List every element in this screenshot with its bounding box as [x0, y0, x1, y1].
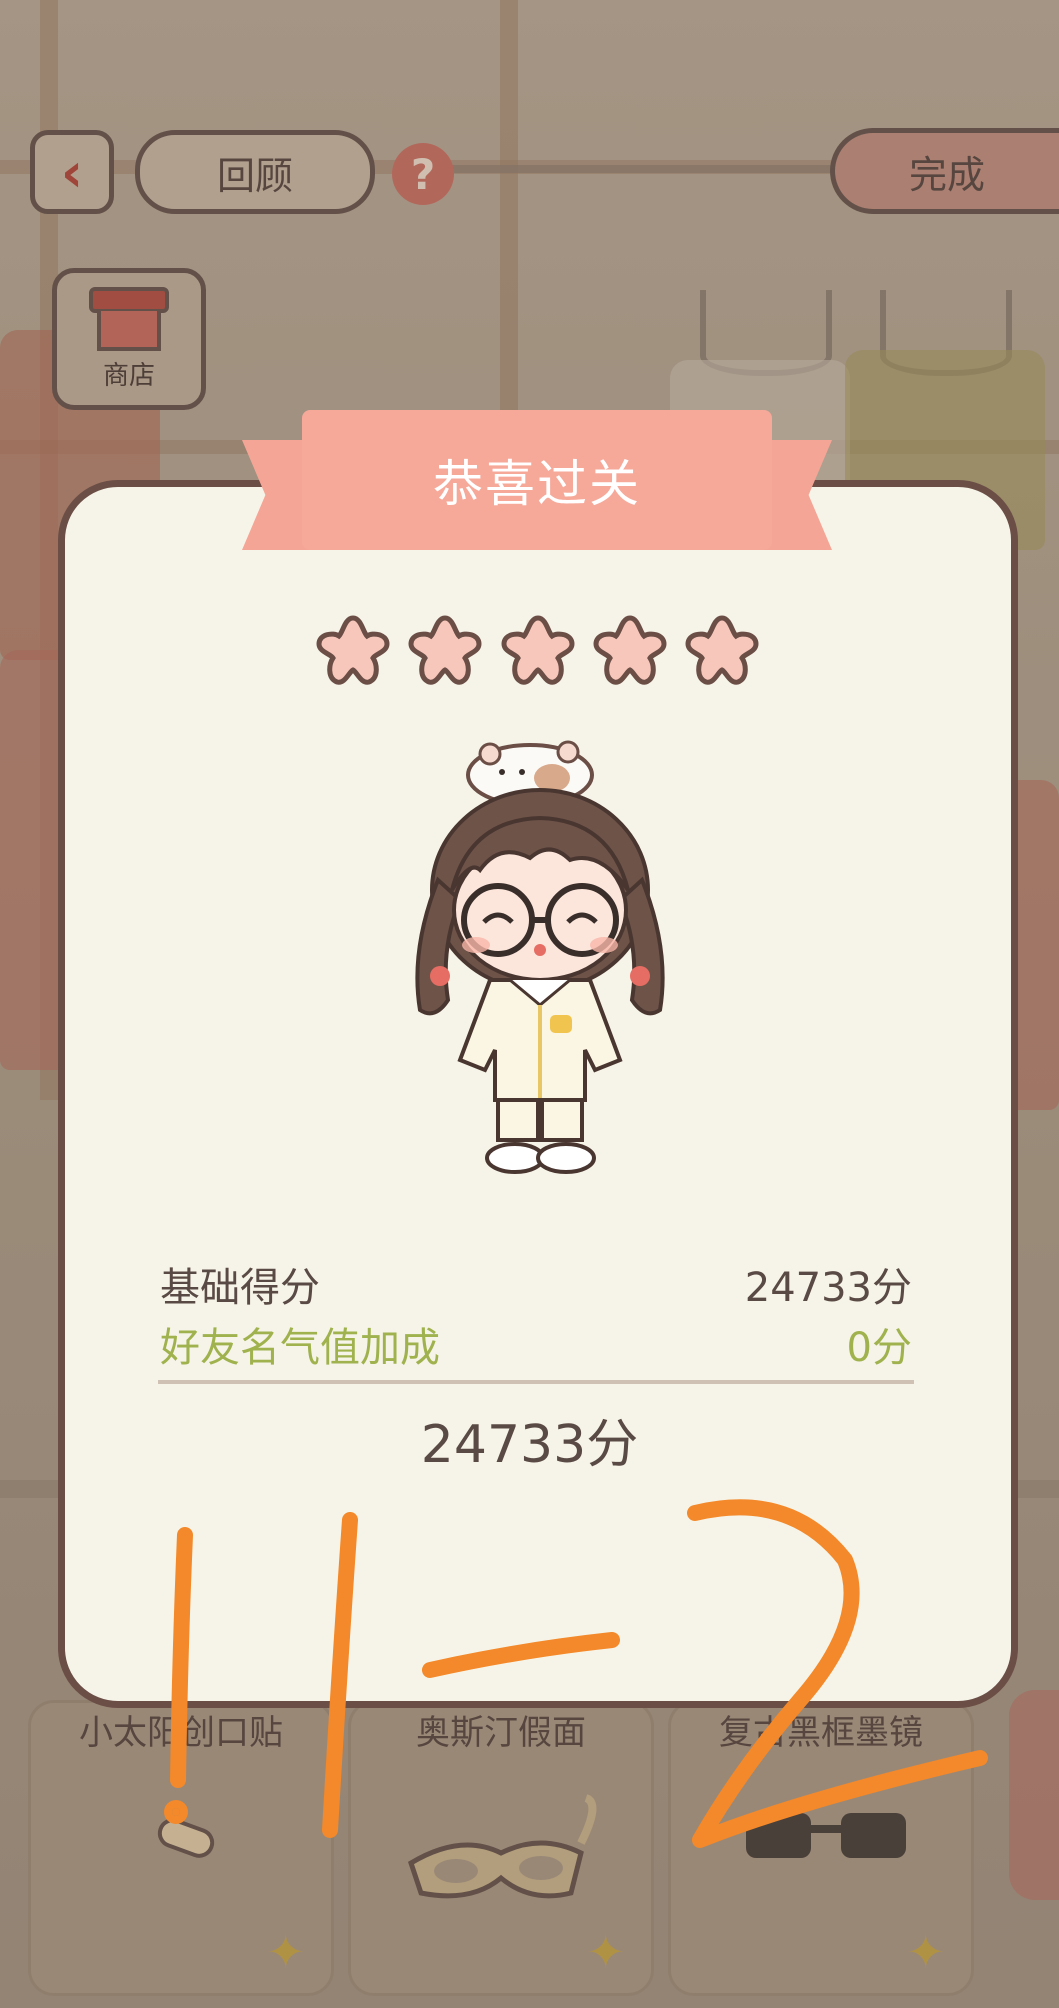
- friend-bonus-row: 好友名气值加成 0分: [160, 1315, 912, 1373]
- friend-bonus-value: 0分: [846, 1325, 912, 1371]
- star-icon: [593, 615, 667, 685]
- base-score-label: 基础得分: [160, 1265, 320, 1311]
- score-divider: [158, 1380, 914, 1384]
- dressed-character: [415, 740, 665, 1174]
- friend-bonus-label: 好友名气值加成: [160, 1325, 440, 1371]
- base-score-value: 24733分: [744, 1265, 912, 1311]
- rating-stars: [315, 612, 760, 692]
- dialog-title: 恭喜过关: [433, 455, 641, 513]
- base-score-row: 基础得分 24733分: [160, 1255, 912, 1313]
- star-icon: [685, 615, 759, 685]
- star-icon: [316, 615, 390, 685]
- star-icon: [500, 615, 575, 685]
- total-score: 24733分: [420, 1415, 639, 1475]
- dialog-title-banner: 恭喜过关: [242, 410, 832, 558]
- star-icon: [408, 615, 482, 685]
